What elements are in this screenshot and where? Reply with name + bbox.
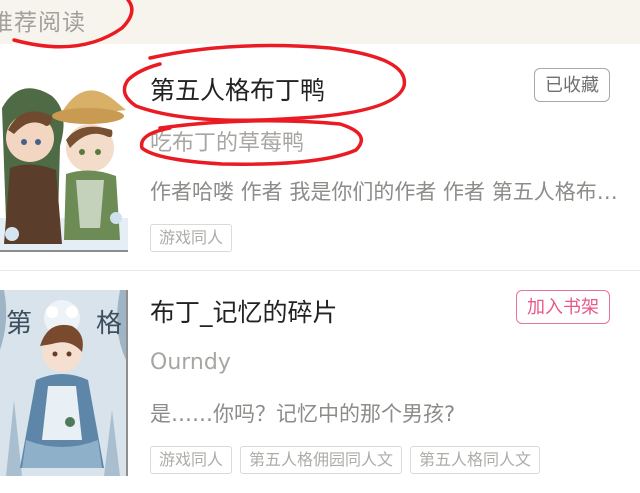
anime-girl-cover-art: 第 格 <box>0 290 126 476</box>
book-title[interactable]: 第五人格布丁鸭 <box>150 71 325 107</box>
cover-glyph: 第 <box>6 309 32 339</box>
cover-glyph: 格 <box>96 309 122 339</box>
book-cover-image[interactable] <box>0 68 128 252</box>
book-card[interactable]: 第五人格布丁鸭 已收藏 吃布丁的草莓鸭 作者哈喽 作者 我是你们的作者 作者 第… <box>0 44 640 270</box>
tag[interactable]: 第五人格佣园同人文 <box>240 446 403 474</box>
tag[interactable]: 第五人格同人文 <box>410 446 541 474</box>
collected-button[interactable]: 已收藏 <box>534 68 610 102</box>
anime-couple-cover-art <box>0 68 128 250</box>
section-title: 推荐阅读 <box>0 10 86 36</box>
book-card[interactable]: 第 格 布丁_记忆的碎片 加入书架 Ourndy 是……你吗？记忆中的那个男孩?… <box>0 271 640 493</box>
tag-list: 游戏同人 <box>150 224 233 252</box>
tag-list: 游戏同人 第五人格佣园同人文 第五人格同人文 <box>150 446 541 474</box>
book-title[interactable]: 布丁_记忆的碎片 <box>150 293 338 329</box>
section-header: 推荐阅读 <box>0 0 640 44</box>
book-description: 作者哈喽 作者 我是你们的作者 作者 第五人格布丁鸭 <box>150 180 622 204</box>
add-to-bookshelf-button[interactable]: 加入书架 <box>516 290 610 324</box>
tag[interactable]: 游戏同人 <box>150 446 233 474</box>
book-cover-image[interactable]: 第 格 <box>0 290 128 476</box>
book-description: 是……你吗？记忆中的那个男孩? <box>150 402 456 426</box>
recommended-reading-page: 推荐阅读 第五人格布丁鸭 已收藏 吃布丁的草莓鸭 作者哈喽 作者 我是你们的作者… <box>0 0 640 493</box>
book-author[interactable]: 吃布丁的草莓鸭 <box>150 125 304 157</box>
tag[interactable]: 游戏同人 <box>150 224 233 252</box>
book-author[interactable]: Ourndy <box>150 350 231 375</box>
